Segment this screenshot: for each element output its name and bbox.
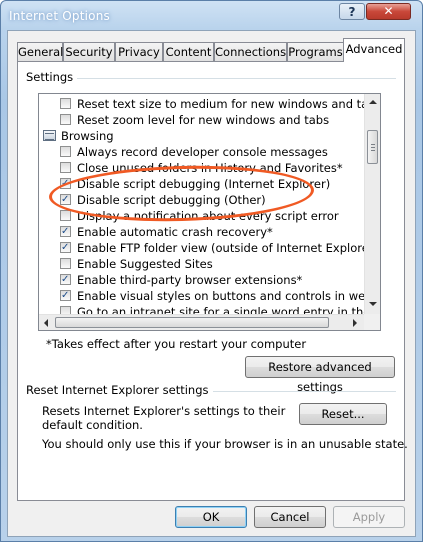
checkbox[interactable] bbox=[60, 146, 71, 157]
tab-general[interactable]: General bbox=[17, 42, 63, 61]
reset-button[interactable]: Reset... bbox=[299, 403, 387, 425]
scroll-up-arrow-icon[interactable] bbox=[369, 100, 377, 104]
settings-option-label: Disable script debugging (Other) bbox=[77, 193, 266, 207]
checkbox[interactable] bbox=[60, 98, 71, 109]
close-button[interactable]: ✕ bbox=[366, 3, 411, 20]
restart-footnote: *Takes effect after you restart your com… bbox=[46, 337, 307, 351]
reset-warning: You should only use this if your browser… bbox=[42, 437, 408, 451]
apply-button[interactable]: Apply bbox=[333, 506, 405, 528]
settings-option-label: Enable automatic crash recovery* bbox=[77, 225, 273, 239]
help-button[interactable]: ? bbox=[339, 3, 365, 20]
horizontal-scrollbar[interactable] bbox=[39, 314, 364, 330]
settings-option-label: Display a notification about every scrip… bbox=[77, 209, 339, 223]
settings-option-label: Always record developer console messages bbox=[77, 145, 328, 159]
settings-option-label: Browsing bbox=[61, 129, 114, 143]
settings-option-label: Reset zoom level for new windows and tab… bbox=[77, 113, 330, 127]
tab-connections[interactable]: Connections bbox=[214, 42, 287, 61]
checkbox[interactable] bbox=[60, 258, 71, 269]
settings-option-label: Close unused folders in History and Favo… bbox=[77, 161, 343, 175]
advanced-tab-panel: Settings Reset text size to medium for n… bbox=[17, 61, 408, 501]
horizontal-scroll-thumb[interactable] bbox=[55, 317, 329, 328]
scrollbar-corner bbox=[364, 314, 380, 330]
settings-option-label: Disable script debugging (Internet Explo… bbox=[77, 177, 331, 191]
settings-option-label: Enable third-party browser extensions* bbox=[77, 273, 303, 287]
folder-icon bbox=[43, 130, 56, 141]
settings-tree-list[interactable]: Reset text size to medium for new window… bbox=[38, 93, 381, 331]
restore-button-label: Restore advanced settings bbox=[268, 360, 372, 394]
settings-group-label: Settings bbox=[26, 70, 78, 84]
tab-content[interactable]: Content bbox=[163, 42, 214, 61]
settings-group-line bbox=[26, 78, 396, 79]
restore-advanced-settings-button[interactable]: Restore advanced settings bbox=[245, 356, 395, 394]
title-bar[interactable]: Internet Options ? ✕ bbox=[1, 1, 422, 31]
checkbox[interactable] bbox=[60, 162, 71, 173]
checkbox[interactable] bbox=[60, 240, 71, 256]
tab-advanced[interactable]: Advanced bbox=[343, 38, 405, 62]
ok-button[interactable]: OK bbox=[175, 506, 247, 528]
checkbox[interactable] bbox=[60, 176, 71, 192]
vertical-scroll-thumb[interactable] bbox=[367, 130, 378, 164]
cancel-button[interactable]: Cancel bbox=[254, 506, 326, 528]
checkbox[interactable] bbox=[60, 288, 71, 304]
window-title: Internet Options bbox=[9, 9, 110, 23]
cancel-label: Cancel bbox=[270, 510, 310, 524]
tab-programs[interactable]: Programs bbox=[287, 42, 344, 61]
settings-option-label: Enable Suggested Sites bbox=[77, 257, 213, 271]
tab-privacy[interactable]: Privacy bbox=[115, 42, 163, 61]
ok-label: OK bbox=[202, 510, 220, 524]
settings-option-label: Enable FTP folder view (outside of Inter… bbox=[77, 241, 378, 255]
reset-group-label: Reset Internet Explorer settings bbox=[26, 383, 213, 397]
checkbox[interactable] bbox=[60, 192, 71, 208]
checkbox[interactable] bbox=[60, 114, 71, 125]
settings-option-label: Reset text size to medium for new window… bbox=[77, 97, 381, 111]
reset-description: Resets Internet Explorer's settings to t… bbox=[42, 404, 286, 432]
tab-security[interactable]: Security bbox=[63, 42, 115, 61]
checkbox[interactable] bbox=[60, 210, 71, 221]
internet-options-window: Internet Options ? ✕ General Security Pr… bbox=[0, 0, 423, 542]
scroll-down-arrow-icon[interactable] bbox=[369, 302, 377, 306]
scroll-right-arrow-icon[interactable] bbox=[353, 319, 357, 327]
checkbox[interactable] bbox=[60, 272, 71, 288]
apply-label: Apply bbox=[352, 510, 386, 524]
checkbox[interactable] bbox=[60, 224, 71, 240]
settings-option-label: Enable visual styles on buttons and cont… bbox=[77, 289, 381, 303]
vertical-scrollbar[interactable] bbox=[364, 94, 380, 314]
reset-button-label: Reset... bbox=[321, 407, 365, 421]
scroll-left-arrow-icon[interactable] bbox=[44, 319, 48, 327]
dialog-client-area: General Security Privacy Content Connect… bbox=[7, 30, 416, 537]
